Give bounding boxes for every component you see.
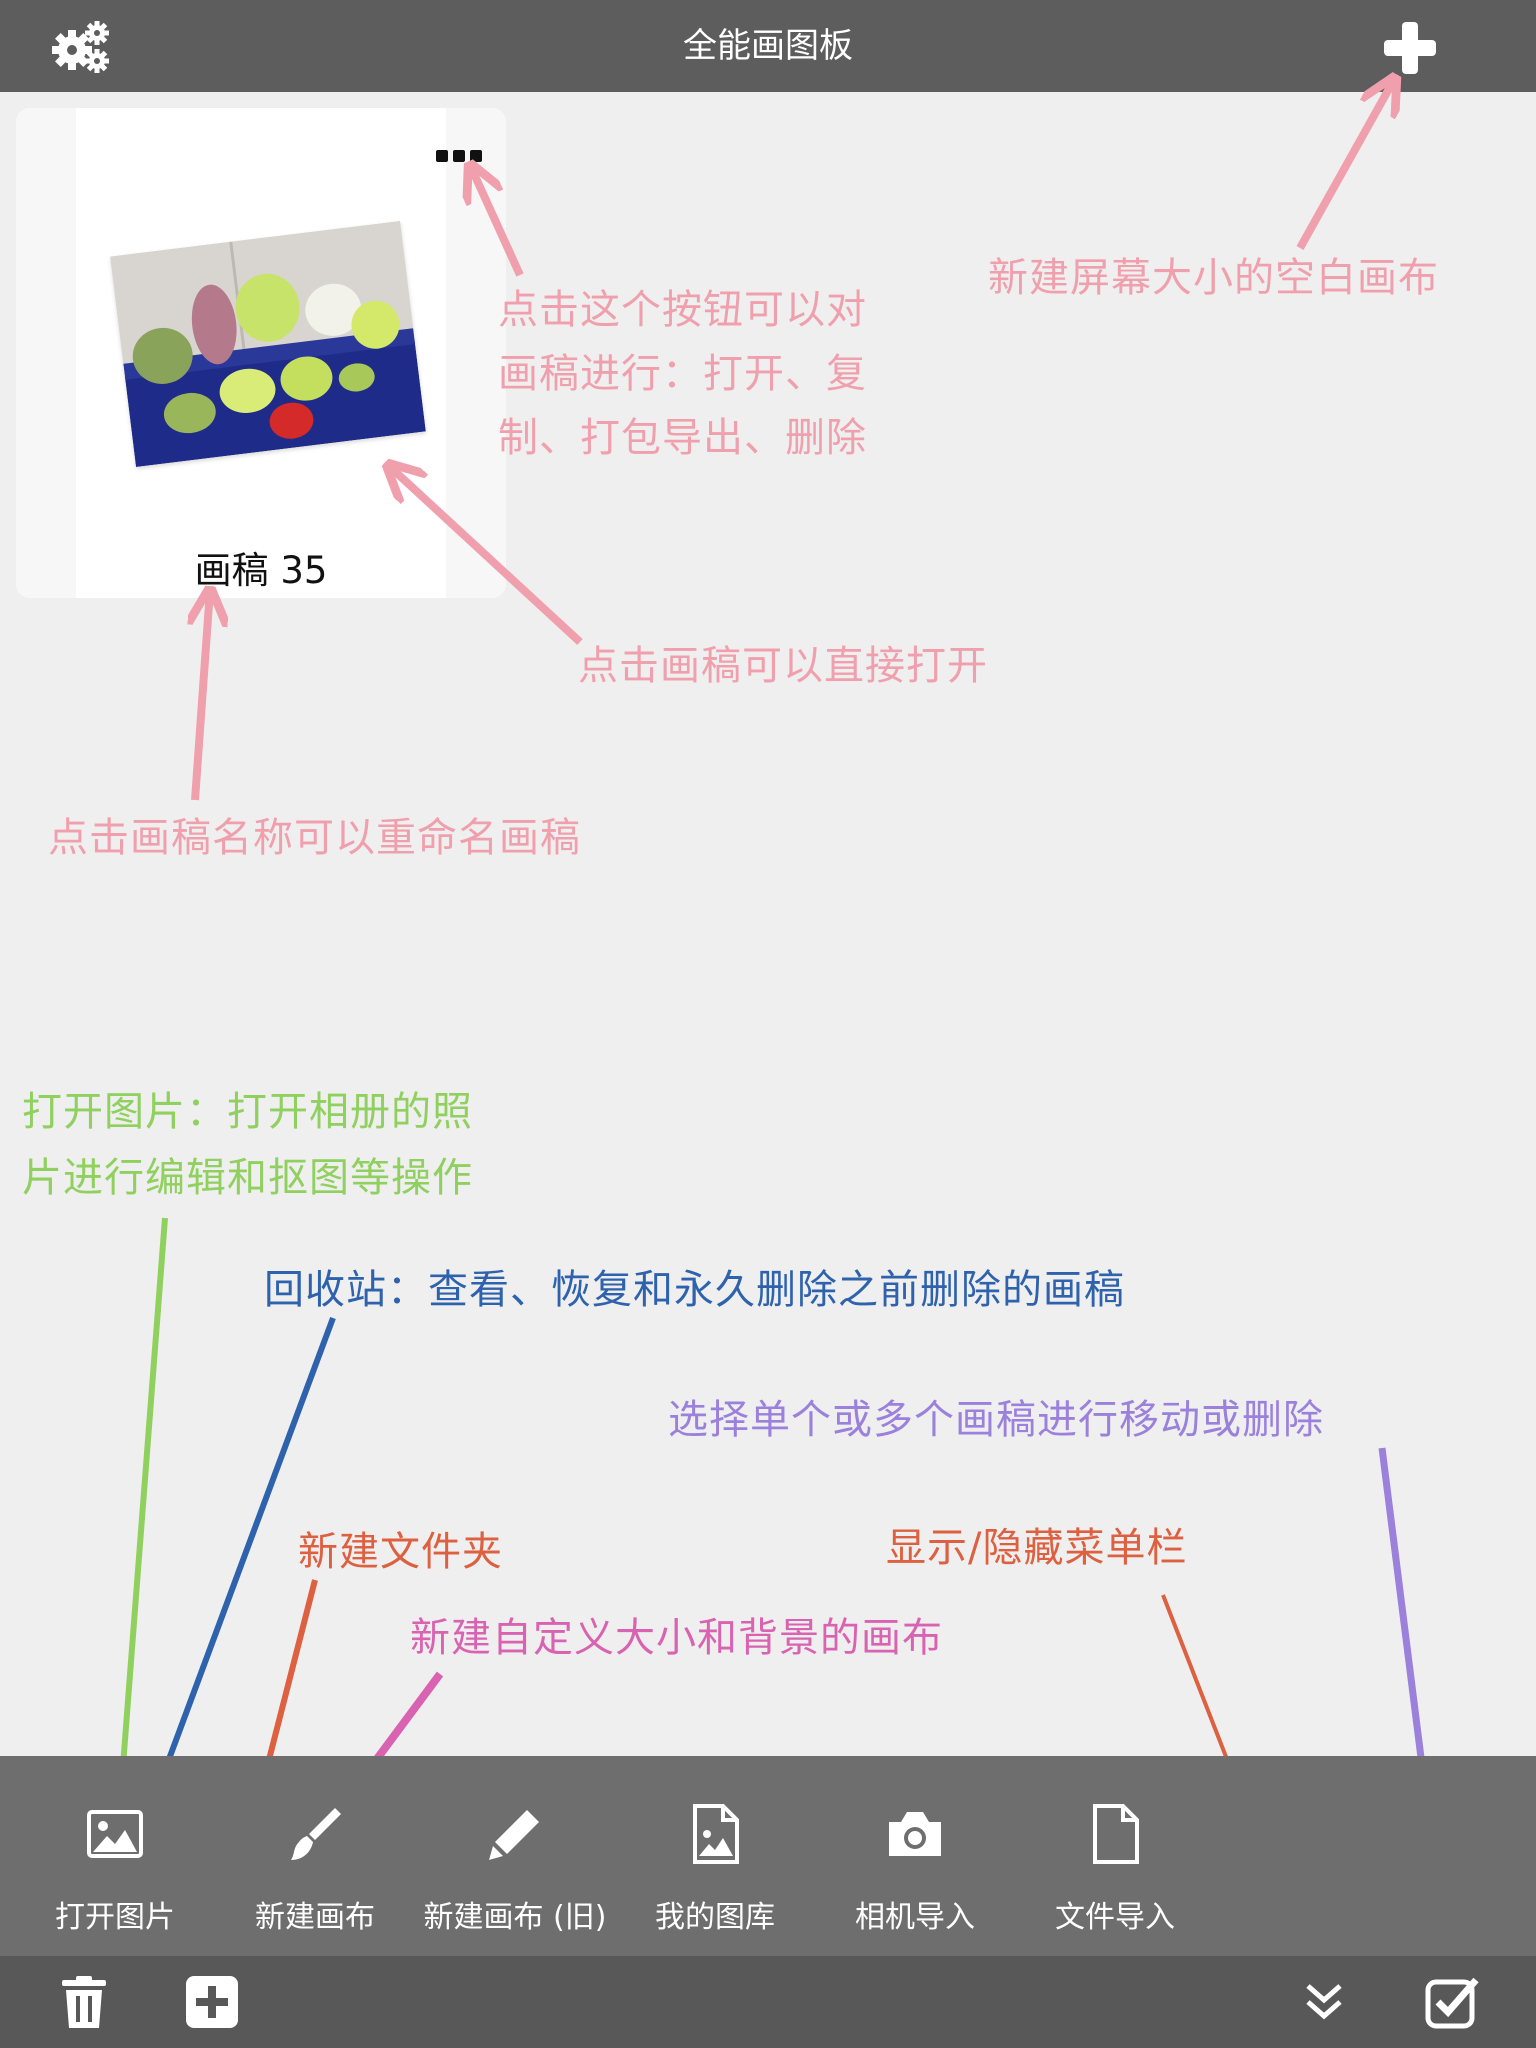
- note-open-image-line2: 片进行编辑和抠图等操作: [22, 1155, 473, 1201]
- file-icon: [1085, 1804, 1145, 1864]
- brush-icon: [285, 1804, 345, 1864]
- tool-label: 新建画布: [255, 1900, 375, 1935]
- new-folder-plus-icon[interactable]: [184, 1974, 240, 2030]
- note-toggle-menu: 显示/隐藏菜单栏: [886, 1525, 1188, 1571]
- note-more-line2: 画稿进行：打开、复: [498, 351, 867, 397]
- note-open-image-line1: 打开图片：打开相册的照: [22, 1089, 473, 1135]
- tool-label: 文件导入: [1055, 1900, 1175, 1935]
- arrow-rename: [195, 590, 210, 801]
- note-open-draft: 点击画稿可以直接打开: [578, 643, 988, 689]
- tool-label: 相机导入: [855, 1900, 975, 1935]
- draft-name[interactable]: 画稿 35: [16, 540, 506, 594]
- draft-thumbnail[interactable]: [110, 220, 426, 468]
- draft-card[interactable]: 画稿 35: [16, 108, 506, 598]
- tool-label: 我的图库: [655, 1900, 775, 1935]
- top-bar: 全能画图板: [0, 0, 1536, 92]
- note-custom-canvas: 新建自定义大小和背景的画布: [410, 1615, 943, 1661]
- select-checkbox-icon[interactable]: [1424, 1974, 1480, 2030]
- more-options-icon[interactable]: [434, 144, 484, 168]
- note-recycle: 回收站：查看、恢复和永久删除之前删除的画稿: [264, 1267, 1125, 1313]
- note-new-folder: 新建文件夹: [298, 1529, 503, 1575]
- arrow-open-image: [120, 1217, 168, 1805]
- tool-camera-import[interactable]: 相机导入: [830, 1756, 1000, 1956]
- chevron-double-down-icon[interactable]: [1296, 1974, 1352, 2030]
- bottom-bar: [0, 1956, 1536, 2048]
- note-new-blank: 新建屏幕大小的空白画布: [988, 255, 1439, 301]
- app-title: 全能画图板: [683, 26, 853, 66]
- tool-label: 打开图片: [55, 1900, 175, 1935]
- tool-new-canvas[interactable]: 新建画布: [230, 1756, 400, 1956]
- add-canvas-plus-icon[interactable]: [1382, 20, 1438, 76]
- arrow-new-blank: [1296, 78, 1395, 250]
- note-more-line1: 点击这个按钮可以对: [498, 287, 867, 333]
- tool-new-canvas-old[interactable]: 新建画布 (旧): [424, 1756, 606, 1956]
- bottom-toolbar: 打开图片 新建画布 新建画布 (旧) 我的图库 相机导入 文件导入: [0, 1756, 1536, 1956]
- tool-open-image[interactable]: 打开图片: [30, 1756, 200, 1956]
- tool-file-import[interactable]: 文件导入: [1030, 1756, 1200, 1956]
- trash-icon[interactable]: [56, 1974, 112, 2030]
- pencil-icon: [485, 1804, 545, 1864]
- gallery-file-icon: [685, 1804, 745, 1864]
- settings-gear-icon[interactable]: [50, 18, 114, 76]
- note-rename: 点击画稿名称可以重命名画稿: [48, 815, 581, 861]
- tool-my-gallery[interactable]: 我的图库: [630, 1756, 800, 1956]
- note-more-line3: 制、打包导出、删除: [498, 415, 867, 461]
- camera-icon: [885, 1804, 945, 1864]
- image-icon: [85, 1804, 145, 1864]
- tool-label: 新建画布 (旧): [423, 1900, 607, 1935]
- note-select: 选择单个或多个画稿进行移动或删除: [668, 1397, 1324, 1443]
